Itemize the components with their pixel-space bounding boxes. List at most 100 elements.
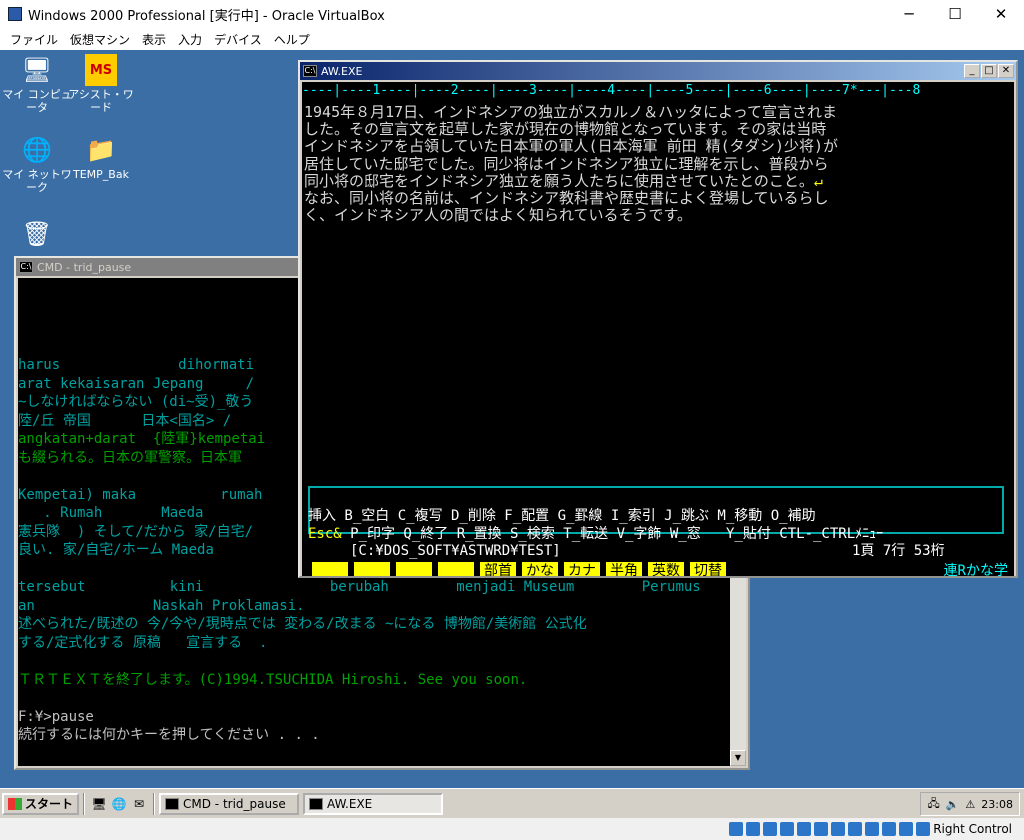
usb-icon[interactable] bbox=[814, 822, 829, 836]
esc-label: Esc& bbox=[308, 526, 342, 542]
network-icon: 🌐 bbox=[22, 135, 52, 164]
menu-help[interactable]: ヘルプ bbox=[268, 31, 316, 48]
input-mode-indicator: 連Rかな学 bbox=[943, 563, 1008, 576]
taskbar-button-cmd[interactable]: CMD - trid_pause bbox=[159, 792, 300, 815]
internet-explorer-icon[interactable]: 🌐 bbox=[109, 794, 129, 814]
desktop-icon-label: TEMP_Bak bbox=[73, 168, 129, 181]
host-key-label: Right Control bbox=[933, 822, 1012, 836]
show-desktop-icon[interactable]: 🖥 bbox=[89, 794, 109, 814]
audio-icon[interactable] bbox=[780, 822, 795, 836]
virtualbox-app-icon bbox=[8, 7, 22, 21]
network-adapter-icon[interactable] bbox=[797, 822, 812, 836]
document-line: く、インドネシア人の間ではよく知られているそうです。 bbox=[304, 207, 838, 224]
cpu-icon[interactable] bbox=[882, 822, 897, 836]
menu-file[interactable]: ファイル bbox=[4, 31, 64, 48]
scroll-down-arrow-icon[interactable]: ▼ bbox=[730, 750, 746, 766]
folder-icon: 📁 bbox=[86, 135, 116, 164]
fkey-1[interactable] bbox=[312, 562, 348, 576]
guest-desktop: 🖥 マイ コンピュータ MS アシスト・ワード 🌐 マイ ネットワーク 📁 TE… bbox=[0, 50, 1024, 788]
fkey-radical[interactable]: 部首 bbox=[480, 562, 516, 576]
taskbar-button-label: CMD - trid_pause bbox=[183, 796, 286, 811]
cmd-window-title: CMD - trid_pause bbox=[37, 260, 132, 274]
console-line: する/定式化する 原稿 宣言する . bbox=[18, 634, 268, 651]
close-button[interactable]: ✕ bbox=[978, 0, 1024, 28]
menu-devices[interactable]: デバイス bbox=[208, 31, 268, 48]
fkey-half-width[interactable]: 半角 bbox=[606, 562, 642, 576]
display-icon[interactable] bbox=[848, 822, 863, 836]
fkey-hiragana[interactable]: かな bbox=[522, 562, 558, 576]
start-button[interactable]: スタート bbox=[2, 792, 80, 815]
hard-disk-icon[interactable] bbox=[729, 822, 744, 836]
outlook-express-icon[interactable]: ✉ bbox=[129, 794, 149, 814]
desktop-icon-assist-word[interactable]: MS アシスト・ワード bbox=[66, 54, 136, 114]
command-menu-line-2-text: P_印字 Q_終了 R_置換 S_検索 T_転送 V_字飾 W_窓 Y_貼付 C… bbox=[341, 526, 884, 542]
recording-icon[interactable] bbox=[865, 822, 880, 836]
taskbar-button-aw[interactable]: AW.EXE bbox=[303, 792, 444, 815]
desktop-icon-temp-bak[interactable]: 📁 TEMP_Bak bbox=[66, 134, 136, 182]
document-line-text: インドネシアを占領していた日本軍の軍人(日本海軍 前田 精(タダシ)少将)が bbox=[304, 137, 839, 156]
console-icon: C:\ bbox=[303, 65, 317, 77]
mouse-integration-icon[interactable] bbox=[899, 822, 914, 836]
document-line-text: 居住していた邸宅でした。同少将はインドネシア独立に理解を示し、普段から bbox=[304, 154, 829, 173]
desktop-icon-my-network[interactable]: 🌐 マイ ネットワーク bbox=[2, 134, 72, 195]
aw-close-button[interactable]: ✕ bbox=[998, 64, 1014, 78]
volume-icon[interactable]: 🔈 bbox=[946, 798, 960, 811]
fkey-katakana[interactable]: カナ bbox=[564, 562, 600, 576]
console-line: F:¥>pause bbox=[18, 708, 94, 725]
clock[interactable]: 23:08 bbox=[981, 798, 1013, 811]
keyboard-icon[interactable] bbox=[916, 822, 931, 836]
taskbar-separator bbox=[153, 792, 156, 815]
command-menu-line-1: 挿入 B_空白 C_複写 D_削除 F_配置 G_罫線 I_索引 J_跳ぶ M_… bbox=[308, 508, 816, 524]
desktop-icon-my-computer[interactable]: 🖥 マイ コンピュータ bbox=[2, 54, 72, 115]
file-path: [C:¥DOS_SOFT¥ASTWRD¥TEST] bbox=[350, 543, 561, 559]
document-line: 1945年８月17日、インドネシアの独立がスカルノ＆ハッタによって宣言されま bbox=[304, 103, 838, 121]
fkey-switch[interactable]: 切替 bbox=[690, 562, 726, 576]
fkey-alphanumeric[interactable]: 英数 bbox=[648, 562, 684, 576]
aw-minimize-button[interactable]: _ bbox=[964, 64, 980, 78]
document-line-text: なお、同小将の名前は、インドネシア教科書や歴史書によく登場しているらし bbox=[304, 189, 829, 208]
menu-input[interactable]: 入力 bbox=[172, 31, 208, 48]
ime-icon[interactable]: 🖧 bbox=[927, 795, 939, 814]
document-text[interactable]: 1945年８月17日、インドネシアの独立がスカルノ＆ハッタによって宣言されま した… bbox=[304, 103, 839, 224]
fkey-3[interactable] bbox=[396, 562, 432, 576]
vbox-window-title: Windows 2000 Professional [実行中] - Oracle… bbox=[28, 8, 385, 24]
start-label: スタート bbox=[25, 797, 74, 811]
document-line: なお、同小将の名前は、インドネシア教科書や歴史書によく登場しているらし bbox=[304, 189, 838, 208]
taskbar-separator bbox=[83, 792, 86, 815]
document-line-text: した。その宣言文を起草した家が現在の博物館となっています。その家は当時 bbox=[304, 120, 827, 139]
system-tray: 🖧 🔈 ⚠ 23:08 bbox=[920, 792, 1020, 816]
console-line: ＴＲＴＥＸＴを終了します。(C)1994.TSUCHIDA Hiroshi. S… bbox=[18, 671, 528, 688]
taskbar-button-label: AW.EXE bbox=[327, 796, 373, 811]
optical-drive-icon[interactable] bbox=[746, 822, 761, 836]
menu-view[interactable]: 表示 bbox=[136, 31, 172, 48]
aw-editor-screen[interactable]: ----|----1----|----2----|----3----|----4… bbox=[302, 82, 1014, 576]
console-icon bbox=[165, 797, 180, 810]
desktop-icon-recycle-bin[interactable]: 🗑 bbox=[2, 218, 72, 252]
floppy-icon[interactable] bbox=[763, 822, 778, 836]
fkey-4[interactable] bbox=[438, 562, 474, 576]
menu-machine[interactable]: 仮想マシン bbox=[64, 31, 136, 48]
cursor-position: 1頁 7行 53桁 bbox=[852, 543, 945, 559]
document-line-text: く、インドネシア人の間ではよく知られているそうです。 bbox=[304, 206, 693, 225]
aw-window[interactable]: C:\ AW.EXE _ □ ✕ ----|----1----|----2---… bbox=[298, 60, 1018, 578]
shared-folders-icon[interactable] bbox=[831, 822, 846, 836]
console-icon bbox=[309, 797, 324, 810]
windows-logo-icon bbox=[8, 797, 22, 810]
maximize-button[interactable]: ☐ bbox=[932, 0, 978, 28]
desktop-icon-label: アシスト・ワード bbox=[68, 88, 134, 114]
recycle-bin-icon: 🗑 bbox=[21, 219, 53, 248]
network-status-icon[interactable]: ⚠ bbox=[965, 798, 975, 811]
vbox-titlebar: Windows 2000 Professional [実行中] - Oracle… bbox=[0, 0, 1024, 28]
minimize-button[interactable]: ─ bbox=[886, 0, 932, 28]
command-menu-line-2: Esc& P_印字 Q_終了 R_置換 S_検索 T_転送 V_字飾 W_窓 Y… bbox=[308, 524, 883, 544]
vbox-statusbar: Right Control bbox=[0, 818, 1024, 840]
console-line: tersebut kini berubah menjadi Museum Per… bbox=[18, 579, 701, 595]
fkey-2[interactable] bbox=[354, 562, 390, 576]
aw-titlebar[interactable]: C:\ AW.EXE _ □ ✕ bbox=[300, 62, 1016, 80]
console-line: 続行するには何かキーを押してください . . . bbox=[18, 727, 320, 743]
aw-maximize-button[interactable]: □ bbox=[981, 64, 997, 78]
desktop-icon-label: マイ コンピュータ bbox=[2, 88, 72, 114]
console-icon: C:\ bbox=[19, 261, 33, 273]
